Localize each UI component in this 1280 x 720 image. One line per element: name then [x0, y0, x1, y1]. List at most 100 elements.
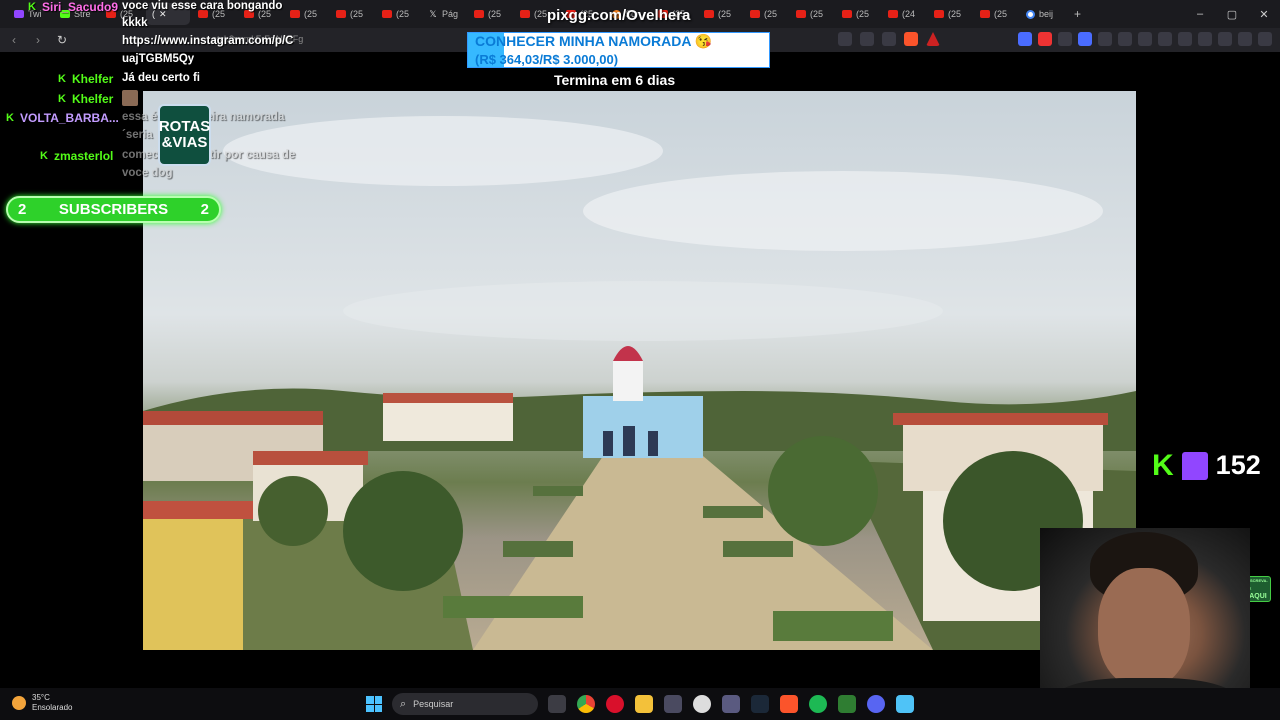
forward-icon[interactable]: › [28, 30, 48, 50]
taskbar-search[interactable]: ⌕ Pesquisar [392, 693, 538, 715]
youtube-icon [704, 10, 714, 18]
youtube-icon [520, 10, 530, 18]
kick-badge-icon: K [6, 112, 14, 124]
task-view-icon[interactable] [548, 695, 566, 713]
maximize-button[interactable]: ▢ [1216, 0, 1248, 28]
screen: Twi Stre (25 (✕ (25 (25 (25 (25 (25 𝕏 Pág… [0, 0, 1280, 720]
extension-icons [1018, 32, 1272, 46]
webcam-person-face [1098, 568, 1190, 688]
wallet-icon[interactable] [1198, 32, 1212, 46]
kick-badge-icon: K [28, 1, 36, 13]
brave-shield-icon[interactable] [904, 32, 918, 46]
puzzle-icon[interactable] [1118, 32, 1132, 46]
music-icon[interactable] [1158, 32, 1172, 46]
chat-username: K zmasterlol [40, 149, 114, 163]
donation-goal: CONHECER MINHA NAMORADA 😘 (R$ 364,03/R$ … [467, 32, 770, 68]
chat-message: voce dog [122, 167, 173, 179]
kick-badge-icon: K [40, 150, 48, 162]
rewards-icon[interactable] [926, 32, 940, 46]
chrome-icon[interactable] [577, 695, 595, 713]
menu-icon[interactable] [1258, 32, 1272, 46]
goal-title: CONHECER MINHA NAMORADA 😘 [475, 33, 713, 49]
tab-youtube[interactable]: (25 [974, 3, 1018, 25]
goal-amount: (R$ 364,03/R$ 3.000,00) [475, 52, 619, 67]
kick-logo-icon: K [1152, 448, 1174, 482]
tab-x[interactable]: 𝕏 Pág [422, 3, 466, 25]
subscribers-counter: 2 SUBSCRIBERS 2 [6, 196, 221, 223]
taskbar-apps [548, 695, 914, 713]
leo-icon[interactable] [1218, 32, 1232, 46]
chat-message: uajTGBM5Qy [122, 53, 195, 65]
app-icon[interactable] [664, 695, 682, 713]
youtube-icon [290, 10, 300, 18]
youtube-icon [796, 10, 806, 18]
youtube-icon [888, 10, 898, 18]
sidebar-icon[interactable] [1178, 32, 1192, 46]
window-controls: – ▢ ✕ [1184, 0, 1280, 28]
tab-youtube[interactable]: (25 [698, 3, 742, 25]
x-icon: 𝕏 [429, 8, 437, 19]
youtube-icon [750, 10, 760, 18]
twitch-logo-icon [1181, 451, 1208, 480]
chat-username: K Khelfer [58, 72, 114, 86]
cast-icon[interactable] [838, 32, 852, 46]
sun-icon [12, 696, 26, 710]
brave-icon[interactable] [780, 695, 798, 713]
youtube-icon [474, 10, 484, 18]
viewer-count: K 152 [1152, 450, 1261, 481]
share-icon[interactable] [860, 32, 874, 46]
app-icon[interactable] [722, 695, 740, 713]
emote-icon [122, 90, 138, 106]
extension-icon[interactable] [1018, 32, 1032, 46]
tab-youtube[interactable]: (25 [376, 3, 420, 25]
discord-icon[interactable] [867, 695, 885, 713]
bookmark-icon[interactable] [882, 32, 896, 46]
extension-icon[interactable] [1078, 32, 1092, 46]
minimize-button[interactable]: – [1184, 0, 1216, 28]
back-icon[interactable]: ‹ [4, 30, 24, 50]
vpn-icon[interactable] [1238, 32, 1252, 46]
file-explorer-icon[interactable] [635, 695, 653, 713]
channel-logo: ROTAS &VIAS [158, 104, 211, 166]
notepad-icon[interactable] [896, 695, 914, 713]
spotify-icon[interactable] [809, 695, 827, 713]
video-frame [143, 116, 1136, 650]
tab-google[interactable]: beij [1020, 3, 1064, 25]
reload-icon[interactable]: ↻ [52, 30, 72, 50]
extension-icon[interactable] [1098, 32, 1112, 46]
chat-username: K Siri_Sacudo9 [28, 0, 119, 14]
extension-icon[interactable] [1058, 32, 1072, 46]
chat-message: ´seria [122, 129, 153, 141]
tab-youtube[interactable]: (25 [928, 3, 972, 25]
youtube-icon [336, 10, 346, 18]
tab-youtube[interactable]: (25 [468, 3, 512, 25]
chat-message: kkkk [122, 17, 148, 29]
youtube-icon [842, 10, 852, 18]
google-icon [1026, 9, 1035, 19]
weather-widget[interactable]: 35°C Ensolarado [12, 693, 72, 713]
twitch-icon [14, 10, 24, 18]
tab-youtube[interactable]: (24 [882, 3, 926, 25]
tab-youtube[interactable]: (25 [330, 3, 374, 25]
youtube-icon [382, 10, 392, 18]
opera-icon[interactable] [606, 695, 624, 713]
video-player[interactable] [143, 91, 1136, 650]
windows-start-icon[interactable] [366, 696, 382, 712]
screenshot-icon[interactable] [1138, 32, 1152, 46]
steam-icon[interactable] [751, 695, 769, 713]
tab-youtube[interactable]: (25 [284, 3, 328, 25]
kick-badge-icon: K [58, 93, 66, 105]
github-icon[interactable] [693, 695, 711, 713]
tab-youtube[interactable]: (25 [744, 3, 788, 25]
address-actions [838, 32, 940, 46]
youtube-icon [980, 10, 990, 18]
kick-badge-icon: K [58, 73, 66, 85]
chat-message: voce viu esse cara bongando [122, 0, 283, 12]
new-tab-button[interactable]: + [1066, 7, 1089, 21]
tab-youtube[interactable]: (25 [836, 3, 880, 25]
youtube-icon [934, 10, 944, 18]
extension-icon[interactable] [1038, 32, 1052, 46]
close-window-button[interactable]: ✕ [1248, 0, 1280, 28]
tab-youtube[interactable]: (25 [790, 3, 834, 25]
app-icon[interactable] [838, 695, 856, 713]
